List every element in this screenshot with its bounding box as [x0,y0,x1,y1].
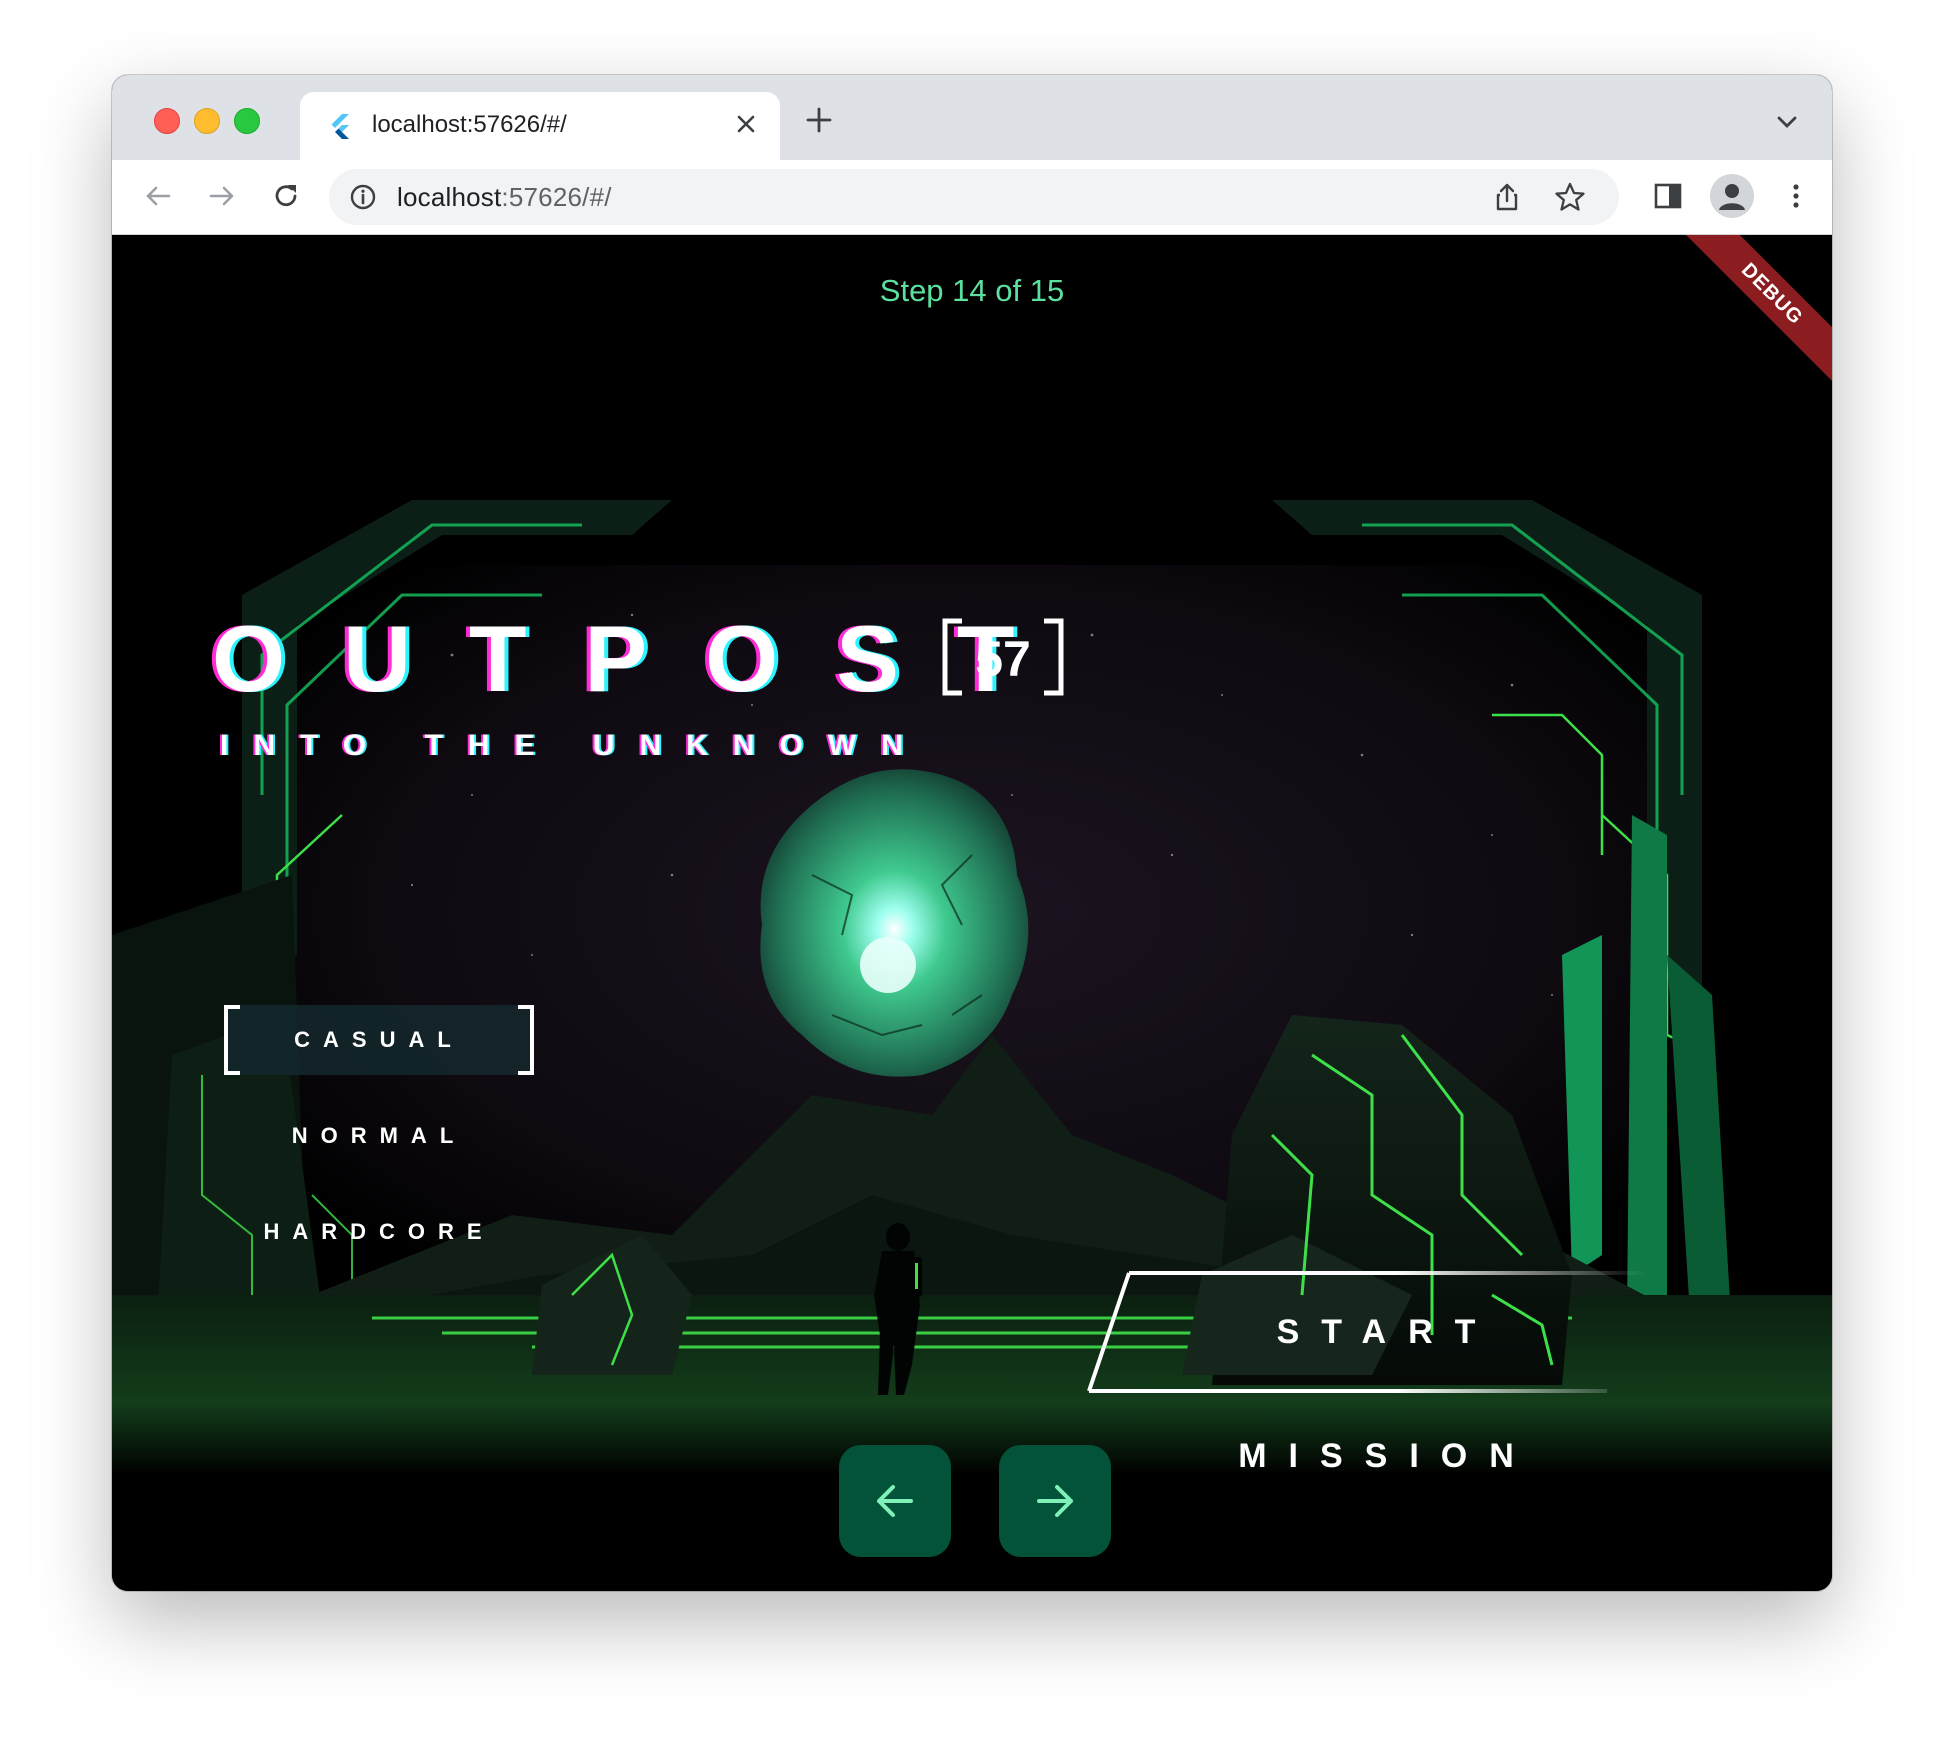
tab-title: localhost:57626/#/ [372,111,567,138]
step-indicator: Step 14 of 15 [879,273,1065,308]
address-bar[interactable]: localhost:57626/#/ [329,169,1619,225]
close-window-button[interactable] [154,108,180,134]
previous-step-button[interactable] [839,1445,951,1557]
site-info-icon[interactable] [349,183,377,211]
selection-bracket-frame [224,1005,534,1075]
share-icon[interactable] [1491,181,1523,213]
person-icon [1719,184,1745,210]
difficulty-normal-button[interactable]: NORMAL [224,1101,534,1171]
difficulty-label: NORMAL [291,1123,467,1148]
flutter-icon [331,114,349,139]
bookmark-star-icon[interactable] [1553,180,1587,214]
difficulty-hardcore-button[interactable]: HARDCORE [224,1197,534,1267]
browser-tab[interactable]: localhost:57626/#/ [300,92,780,160]
start-mission-label: START MISSION [1238,1313,1536,1475]
difficulty-casual-button[interactable]: CASUAL [224,1005,534,1075]
reload-icon[interactable] [268,178,304,214]
title-badge: 57 [942,618,1064,696]
tab-strip: localhost:57626/#/ [112,75,1832,160]
start-mission-button[interactable]: START MISSION [1087,1270,1647,1475]
title-badge-number: 57 [975,631,1031,687]
game-page: Step 14 of 15 DEBUG OUTPOST 57 INTO THE … [112,235,1832,1591]
browser-toolbar: localhost:57626/#/ [112,160,1832,235]
side-panel-icon[interactable] [1650,178,1686,214]
url-host: localhost [397,182,502,212]
forward-arrow-icon[interactable] [204,178,240,214]
glowing-orb [760,769,1029,1077]
back-arrow-icon[interactable] [140,178,176,214]
new-tab-icon[interactable] [802,103,836,137]
minimize-window-button[interactable] [194,108,220,134]
profile-avatar[interactable] [1710,174,1754,218]
url-text: localhost:57626/#/ [397,182,612,213]
maximize-window-button[interactable] [234,108,260,134]
url-path: :57626/#/ [501,182,612,212]
browser-window: localhost:57626/#/ localhost:57626/#/ St… [112,75,1832,1591]
difficulty-label: HARDCORE [263,1219,495,1244]
kebab-menu-icon[interactable] [1778,178,1814,214]
game-subtitle: INTO THE UNKNOWN [220,729,928,762]
next-step-button[interactable] [999,1445,1111,1557]
arrow-right-icon [1037,1485,1073,1517]
tab-search-chevron-icon[interactable] [1772,107,1802,137]
arrow-left-icon [877,1485,913,1517]
close-tab-icon[interactable] [730,108,762,140]
